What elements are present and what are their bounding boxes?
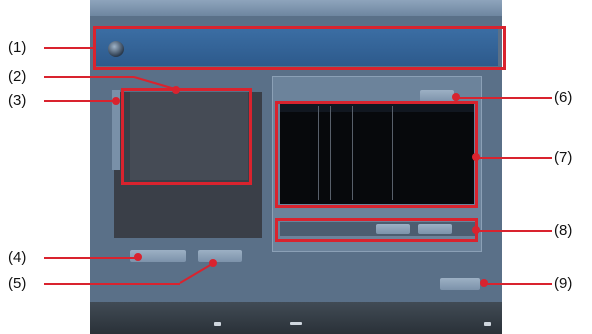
- callout-label-9: (9): [554, 275, 573, 292]
- callout-line-9: [486, 283, 552, 285]
- callout-label-8: (8): [554, 222, 573, 239]
- callout-dot-3: [112, 97, 120, 105]
- callout-box-8: [275, 218, 478, 242]
- callout-label-3: (3): [8, 92, 27, 109]
- callout-label-2: (2): [8, 68, 27, 85]
- window-titlebar: [90, 0, 502, 16]
- callout-line-7: [478, 157, 552, 159]
- callout-line-5: [44, 283, 180, 285]
- callout-dot-5: [209, 259, 217, 267]
- toolbar-icon[interactable]: [290, 322, 302, 325]
- callout-line-6: [458, 97, 552, 99]
- callout-line-4: [44, 257, 140, 259]
- callout-line-3: [44, 100, 114, 102]
- bottom-toolbar: [90, 302, 502, 334]
- callout-label-7: (7): [554, 149, 573, 166]
- bottom-right-button-9[interactable]: [440, 278, 480, 290]
- callout-label-4: (4): [8, 249, 27, 266]
- callout-line-2: [44, 76, 134, 78]
- callout-label-6: (6): [554, 89, 573, 106]
- callout-box-2: [121, 88, 252, 185]
- callout-dot-2: [172, 86, 180, 94]
- toolbar-icon[interactable]: [214, 322, 221, 326]
- callout-label-5: (5): [8, 275, 27, 292]
- callout-line-8: [478, 230, 552, 232]
- callout-line-1: [44, 47, 94, 49]
- callout-box-7: [275, 101, 478, 208]
- callout-dot-4: [134, 253, 142, 261]
- callout-box-1: [93, 26, 506, 70]
- toolbar-icon[interactable]: [484, 322, 491, 326]
- callout-label-1: (1): [8, 39, 27, 56]
